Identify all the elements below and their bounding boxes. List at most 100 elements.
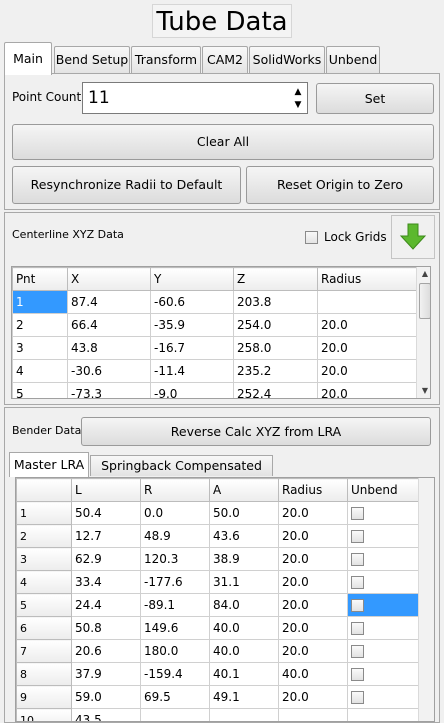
unbend-checkbox[interactable]	[351, 691, 364, 704]
table-row[interactable]: 9 59.0 69.5 49.1 20.0	[16, 685, 419, 709]
cell-z[interactable]: 235.2	[233, 359, 318, 383]
centerline-scrollbar[interactable]: ▲ ▼	[416, 267, 430, 398]
unbend-checkbox[interactable]	[351, 553, 364, 566]
cell-a[interactable]: 49.1	[209, 685, 279, 709]
row-index[interactable]: 10	[16, 708, 72, 721]
unbend-checkbox[interactable]	[351, 576, 364, 589]
column-header-a[interactable]: A	[209, 478, 279, 502]
cell-l[interactable]: 24.4	[71, 593, 141, 617]
cell-pnt[interactable]: 4	[12, 359, 68, 383]
column-header-l[interactable]: L	[71, 478, 141, 502]
cell-radius[interactable]: 20.0	[278, 685, 348, 709]
cell-radius[interactable]	[278, 708, 348, 721]
unbend-checkbox[interactable]	[351, 599, 364, 612]
row-index[interactable]: 5	[16, 593, 72, 617]
cell-x[interactable]: 43.8	[67, 336, 151, 360]
unbend-checkbox[interactable]	[351, 507, 364, 520]
cell-unbend[interactable]	[347, 662, 419, 686]
cell-a[interactable]: 38.9	[209, 547, 279, 571]
unbend-checkbox[interactable]	[351, 645, 364, 658]
centerline-grid[interactable]: Pnt X Y Z Radius 1 87.4 -60.6 203.8 2 66.4 -35…	[11, 266, 431, 399]
tab-master-lra[interactable]: Master LRA	[9, 452, 89, 477]
table-row[interactable]: 3 43.8 -16.7 258.0 20.0	[12, 336, 417, 360]
point-count-stepper[interactable]: 11 ▲ ▼	[82, 82, 308, 114]
table-row[interactable]: 7 20.6 180.0 40.0 20.0	[16, 639, 419, 663]
cell-x[interactable]: -73.3	[67, 382, 151, 398]
cell-unbend[interactable]	[347, 547, 419, 571]
tab-main[interactable]: Main	[4, 42, 52, 75]
cell-r[interactable]: 180.0	[140, 639, 210, 663]
column-header-x[interactable]: X	[67, 267, 151, 291]
tab-cam2[interactable]: CAM2	[202, 46, 248, 74]
cell-a[interactable]: 40.0	[209, 639, 279, 663]
down-arrow-button[interactable]	[391, 215, 435, 259]
cell-a[interactable]: 31.1	[209, 570, 279, 594]
row-index[interactable]: 9	[16, 685, 72, 709]
scroll-down-icon[interactable]: ▼	[417, 384, 430, 398]
cell-x[interactable]: 66.4	[67, 313, 151, 337]
lra-grid[interactable]: L R A Radius Unbend 1 50.4 0.0 50.0 20.0 2 12.…	[15, 477, 435, 722]
set-button[interactable]: Set	[316, 83, 434, 114]
unbend-checkbox[interactable]	[351, 622, 364, 635]
row-index[interactable]: 2	[16, 524, 72, 548]
column-header-y[interactable]: Y	[150, 267, 234, 291]
row-index[interactable]: 8	[16, 662, 72, 686]
cell-z[interactable]: 252.4	[233, 382, 318, 398]
cell-radius[interactable]: 40.0	[278, 662, 348, 686]
cell-pnt[interactable]: 5	[12, 382, 68, 398]
table-row[interactable]: 2 66.4 -35.9 254.0 20.0	[12, 313, 417, 337]
cell-y[interactable]: -60.6	[150, 290, 234, 314]
cell-y[interactable]: -9.0	[150, 382, 234, 398]
table-row[interactable]: 4 -30.6 -11.4 235.2 20.0	[12, 359, 417, 383]
cell-l[interactable]: 12.7	[71, 524, 141, 548]
tab-unbend[interactable]: Unbend	[326, 46, 380, 74]
row-index[interactable]: 3	[16, 547, 72, 571]
row-index[interactable]: 6	[16, 616, 72, 640]
cell-r[interactable]: 48.9	[140, 524, 210, 548]
lra-scrollbar[interactable]	[418, 478, 434, 721]
stepper-up-icon[interactable]: ▲	[292, 86, 304, 98]
cell-radius[interactable]: 20.0	[278, 593, 348, 617]
table-row[interactable]: 5 -73.3 -9.0 252.4 20.0	[12, 382, 417, 398]
cell-r[interactable]: 69.5	[140, 685, 210, 709]
cell-radius[interactable]: 20.0	[317, 382, 417, 398]
cell-a[interactable]: 40.0	[209, 616, 279, 640]
cell-x[interactable]: -30.6	[67, 359, 151, 383]
cell-a[interactable]: 50.0	[209, 501, 279, 525]
cell-l[interactable]: 62.9	[71, 547, 141, 571]
column-header-unbend[interactable]: Unbend	[347, 478, 419, 502]
cell-l[interactable]: 59.0	[71, 685, 141, 709]
cell-l[interactable]: 43.5	[71, 708, 141, 721]
row-index[interactable]: 7	[16, 639, 72, 663]
table-row[interactable]: 6 50.8 149.6 40.0 20.0	[16, 616, 419, 640]
stepper-down-icon[interactable]: ▼	[292, 99, 304, 111]
cell-a[interactable]: 84.0	[209, 593, 279, 617]
cell-r[interactable]: 0.0	[140, 501, 210, 525]
cell-l[interactable]: 50.8	[71, 616, 141, 640]
cell-unbend[interactable]	[347, 593, 419, 617]
table-row[interactable]: 10 43.5	[16, 708, 419, 721]
table-row[interactable]: 4 33.4 -177.6 31.1 20.0	[16, 570, 419, 594]
cell-unbend[interactable]	[347, 501, 419, 525]
cell-r[interactable]: -177.6	[140, 570, 210, 594]
cell-a[interactable]	[209, 708, 279, 721]
cell-pnt[interactable]: 2	[12, 313, 68, 337]
cell-radius[interactable]: 20.0	[278, 501, 348, 525]
table-row[interactable]: 2 12.7 48.9 43.6 20.0	[16, 524, 419, 548]
cell-pnt[interactable]: 1	[12, 290, 68, 314]
cell-radius[interactable]	[317, 290, 417, 314]
column-header-radius[interactable]: Radius	[317, 267, 417, 291]
tab-springback-lra[interactable]: Springback Compensated LRA	[90, 455, 273, 493]
cell-radius[interactable]: 20.0	[278, 547, 348, 571]
cell-radius[interactable]: 20.0	[317, 336, 417, 360]
cell-a[interactable]: 43.6	[209, 524, 279, 548]
unbend-checkbox[interactable]	[351, 668, 364, 681]
cell-unbend[interactable]	[347, 524, 419, 548]
cell-pnt[interactable]: 3	[12, 336, 68, 360]
cell-unbend[interactable]	[347, 639, 419, 663]
cell-y[interactable]: -16.7	[150, 336, 234, 360]
cell-l[interactable]: 37.9	[71, 662, 141, 686]
cell-radius[interactable]: 20.0	[278, 570, 348, 594]
tab-bend-setup[interactable]: Bend Setup	[54, 46, 130, 74]
table-row[interactable]: 1 50.4 0.0 50.0 20.0	[16, 501, 419, 525]
